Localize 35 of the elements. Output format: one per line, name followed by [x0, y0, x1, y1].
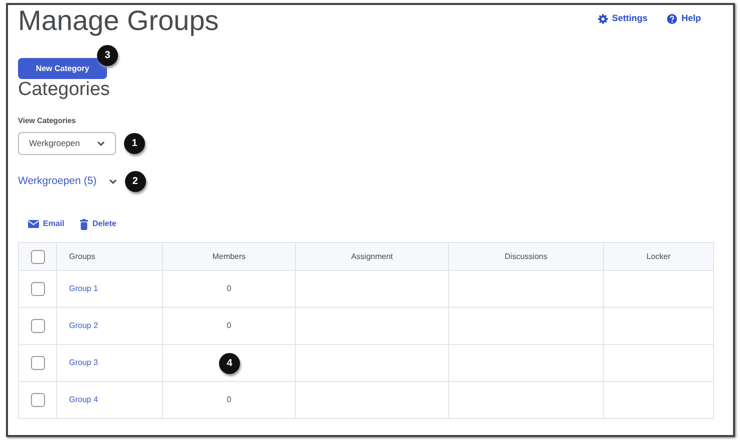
member-count: 0: [226, 395, 232, 404]
chevron-down-icon: [97, 140, 105, 147]
row-checkbox[interactable]: [30, 319, 44, 334]
row-checkbox[interactable]: [30, 282, 44, 296]
trash-icon: [80, 218, 88, 230]
column-header: Discussions: [504, 252, 548, 261]
email-icon: [28, 220, 39, 228]
column-header: Members: [212, 252, 246, 261]
callout-marker: 4: [219, 353, 240, 374]
category-select[interactable]: Werkgroepen: [18, 132, 116, 156]
group-link[interactable]: Group 1: [69, 284, 98, 294]
member-count: 0: [226, 321, 232, 330]
select-all-checkbox[interactable]: [30, 250, 44, 264]
group-link[interactable]: Group 3: [69, 358, 98, 368]
settings-icon: [598, 14, 608, 24]
row-checkbox[interactable]: [30, 356, 44, 370]
toolbar-action[interactable]: Email: [28, 218, 64, 230]
column-header: Assignment: [351, 252, 393, 261]
group-link[interactable]: Group 2: [69, 321, 98, 330]
column-header: Groups: [69, 252, 96, 261]
callout-marker: 3: [97, 45, 118, 66]
section-heading: Categories: [18, 79, 111, 101]
new-category-button[interactable]: New Category: [18, 58, 107, 79]
header-link[interactable]: Help: [667, 12, 701, 26]
header-link[interactable]: Settings: [598, 12, 648, 26]
group-link[interactable]: Group 4: [69, 395, 98, 404]
column-header: Locker: [646, 252, 670, 261]
callout-marker: 2: [124, 171, 146, 192]
category-link[interactable]: Werkgroepen (5): [18, 174, 97, 190]
page-title: Manage Groups: [18, 5, 219, 37]
help-icon: [667, 14, 678, 24]
toolbar-action[interactable]: Delete: [80, 218, 116, 230]
row-checkbox[interactable]: [30, 393, 44, 408]
member-count: 0: [226, 284, 232, 294]
callout-marker: 1: [124, 133, 145, 154]
